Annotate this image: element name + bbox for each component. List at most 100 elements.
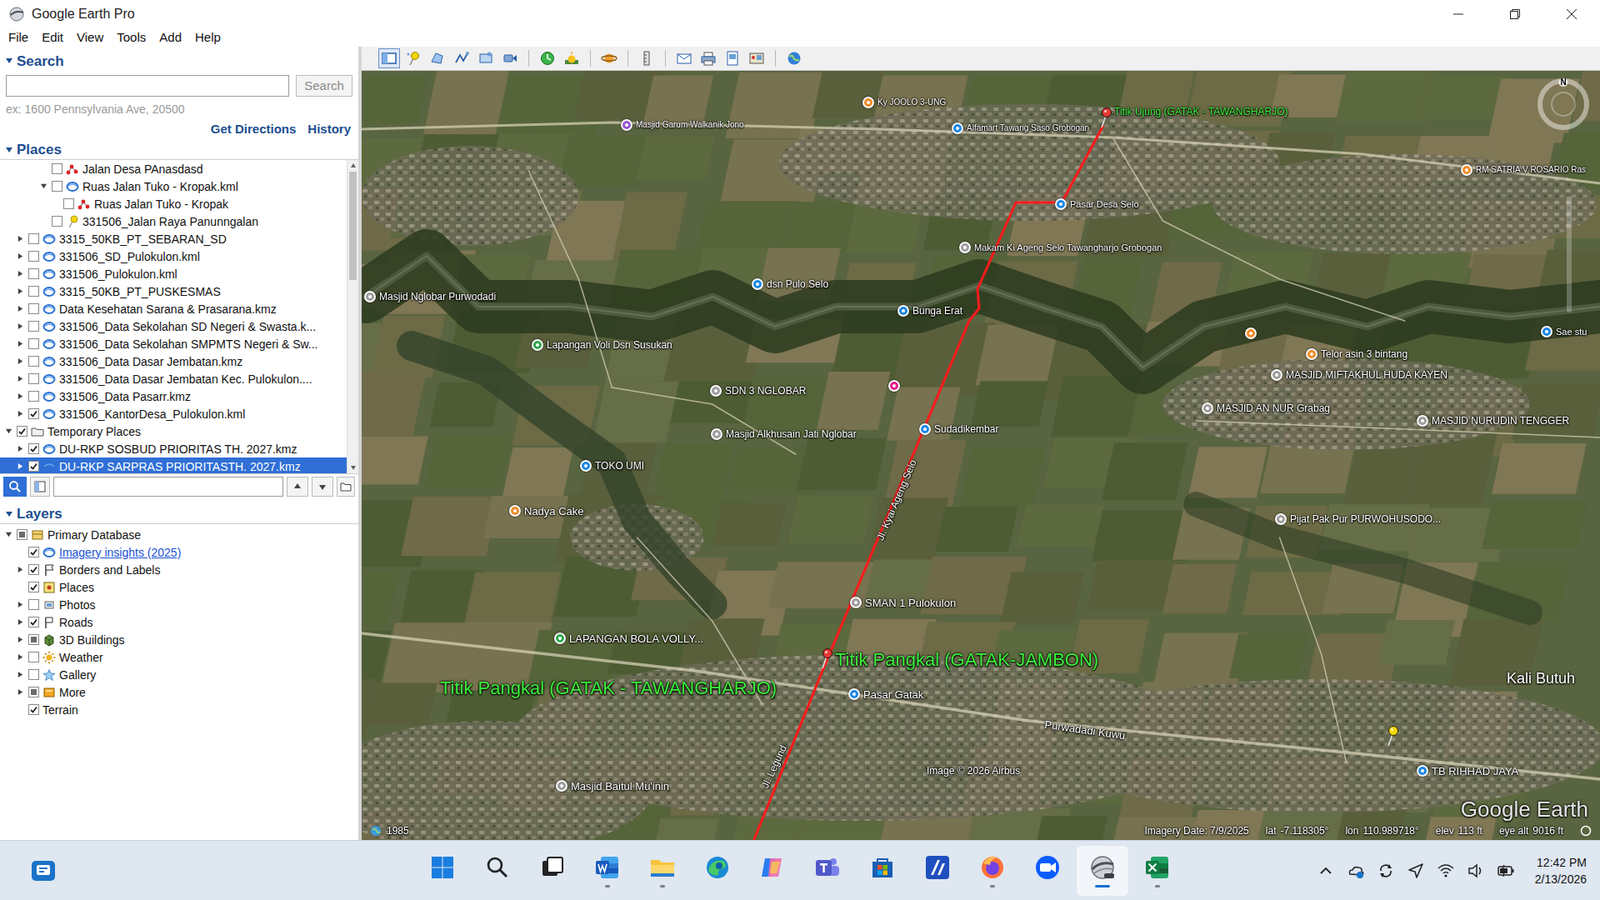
taskbar-app[interactable] [1021,845,1074,896]
map-place[interactable]: Ky JOOLO 3-UNG [862,96,946,109]
collapse-arrow-icon[interactable] [40,182,48,190]
tree-item[interactable]: 331506_Jalan Raya Panunngalan [0,212,347,230]
expand-arrow-icon[interactable] [16,618,25,626]
tree-item[interactable]: DU-RKP SOSBUD PRIORITAS TH. 2027.kmz [0,440,347,458]
tree-label[interactable]: DU-RKP SARPRAS PRIORITASTH. 2027.kmz [59,459,301,475]
tree-label[interactable]: 331506_Jalan Raya Panunngalan [82,214,259,230]
route-end-marker[interactable]: Titik Ujung (GATAK - TAWANGHARJO) [1097,106,1288,129]
checkbox[interactable] [28,373,40,385]
place-pin-icon[interactable] [364,290,376,303]
expand-arrow-icon[interactable] [16,235,25,243]
map-place[interactable]: TB RIHHAD JAYA [1416,765,1519,777]
expand-arrow-icon[interactable] [16,322,25,330]
tree-item[interactable]: Roads [0,613,359,631]
taskbar-app[interactable] [636,845,689,896]
place-pin-icon[interactable] [897,305,910,317]
tree-label[interactable]: Photos [59,597,96,613]
checkbox[interactable] [51,163,63,175]
search-button[interactable]: Search [295,75,353,97]
checkbox[interactable] [28,460,40,472]
checkbox[interactable] [28,564,40,575]
tree-item[interactable]: Imagery insights (2025) [0,543,359,561]
checkbox[interactable] [28,546,40,558]
toolbar-button[interactable] [560,48,583,69]
minimize-button[interactable] [1430,0,1487,29]
place-pin-icon[interactable] [1270,369,1283,381]
tree-label[interactable]: 3D Buildings [59,632,125,648]
checkbox[interactable] [28,651,40,663]
tree-item[interactable]: Places [0,578,359,596]
tree-item[interactable]: Jalan Desa PAnasdasd [0,160,347,178]
map-place[interactable]: SDN 3 NGLOBAR [710,385,806,397]
close-button[interactable] [1543,0,1600,29]
places-filter-input[interactable] [53,476,284,497]
toolbar-button[interactable] [721,48,744,69]
tree-label[interactable]: Temporary Places [47,424,141,440]
tree-label[interactable]: Ruas Jalan Tuko - Kropak [94,196,229,212]
toolbar-button[interactable] [598,48,620,69]
folder-button[interactable] [336,476,355,497]
map-place[interactable]: Alfamart Tawang Saso Grobogan [951,122,1090,135]
menu-item[interactable]: File [1,29,35,46]
map-place[interactable]: Masjid Nglobar Purwodadi [364,290,496,303]
checkbox[interactable] [28,355,40,367]
checkbox[interactable] [63,198,75,210]
map-place[interactable]: Sudadikembar [919,423,999,435]
taskbar-app[interactable] [416,845,469,896]
expand-arrow-icon[interactable] [16,357,25,365]
place-pin-icon[interactable] [1460,164,1473,176]
checkbox[interactable] [28,285,40,297]
expand-arrow-icon[interactable] [16,305,25,313]
place-pin-icon[interactable] [959,241,971,254]
wifi-icon[interactable] [1436,861,1455,880]
checkbox[interactable] [28,599,40,610]
place-pin-icon[interactable] [1305,348,1318,360]
sync-icon[interactable] [1376,861,1395,880]
map-place[interactable]: Telor asin 3 bintang [1305,348,1408,360]
taskbar-app[interactable] [801,845,854,896]
expand-arrow-icon[interactable] [16,252,25,260]
menu-item[interactable]: Tools [110,29,153,46]
toolbar-button[interactable] [745,48,768,69]
checkbox[interactable] [28,303,40,315]
map-place[interactable]: MASJID AN NUR Grabag [1201,402,1330,415]
map-place[interactable]: LAPANGAN BOLA VOLLY... [554,632,704,645]
tree-item[interactable]: Photos [0,595,359,614]
checkbox[interactable] [28,408,40,420]
checkbox[interactable] [51,180,63,192]
map-place[interactable]: Pijat Pak Pur PURWOHUSODO... [1275,513,1441,525]
toolbar-button[interactable] [536,48,559,69]
tree-label[interactable]: Primary Database [47,527,141,543]
expand-arrow-icon[interactable] [16,270,25,278]
map-place[interactable]: dsn Pulo Selo [751,278,829,290]
expand-arrow-icon[interactable] [16,462,25,470]
places-header[interactable]: Places [0,140,359,160]
tree-label[interactable]: Jalan Desa PAnasdasd [82,161,204,177]
expand-arrow-icon[interactable] [16,565,25,574]
compass[interactable]: N [1536,77,1590,131]
tree-label[interactable]: Data Kesehatan Sarana & Prasarana.kmz [59,301,277,317]
search-header[interactable]: Search [0,50,359,72]
clock[interactable]: 12:42 PM2/13/2026 [1535,854,1587,888]
tree-label[interactable]: Roads [59,615,93,630]
map-place[interactable] [888,380,904,392]
scrollbar[interactable] [346,160,359,474]
place-pin-icon[interactable] [848,688,860,700]
search-link[interactable]: Get Directions [210,121,297,137]
tree-label[interactable]: Places [59,580,95,595]
widgets-button[interactable] [23,850,64,891]
map-place[interactable]: Bunga Erat [897,305,963,317]
route-title-label[interactable]: Titik Pangkal (GATAK - TAWANGHARJO) [440,679,777,698]
place-pin-icon[interactable] [1055,198,1067,210]
map-place[interactable]: TOKO UMI [580,460,645,472]
place-pin-icon[interactable] [509,505,521,517]
taskbar-app[interactable] [911,845,964,896]
tree-item[interactable]: 331506_Data Dasar Jembatan.kmz [0,352,347,370]
expand-arrow-icon[interactable] [16,410,25,418]
tree-label[interactable]: 3315_50KB_PT_PUSKESMAS [59,284,221,300]
expand-arrow-icon[interactable] [16,635,25,644]
collapse-arrow-icon[interactable] [5,530,13,539]
map-place[interactable]: MASJID NURUDIN TENGGER [1416,415,1570,427]
checkbox[interactable] [28,338,40,350]
expand-arrow-icon[interactable] [16,375,25,383]
